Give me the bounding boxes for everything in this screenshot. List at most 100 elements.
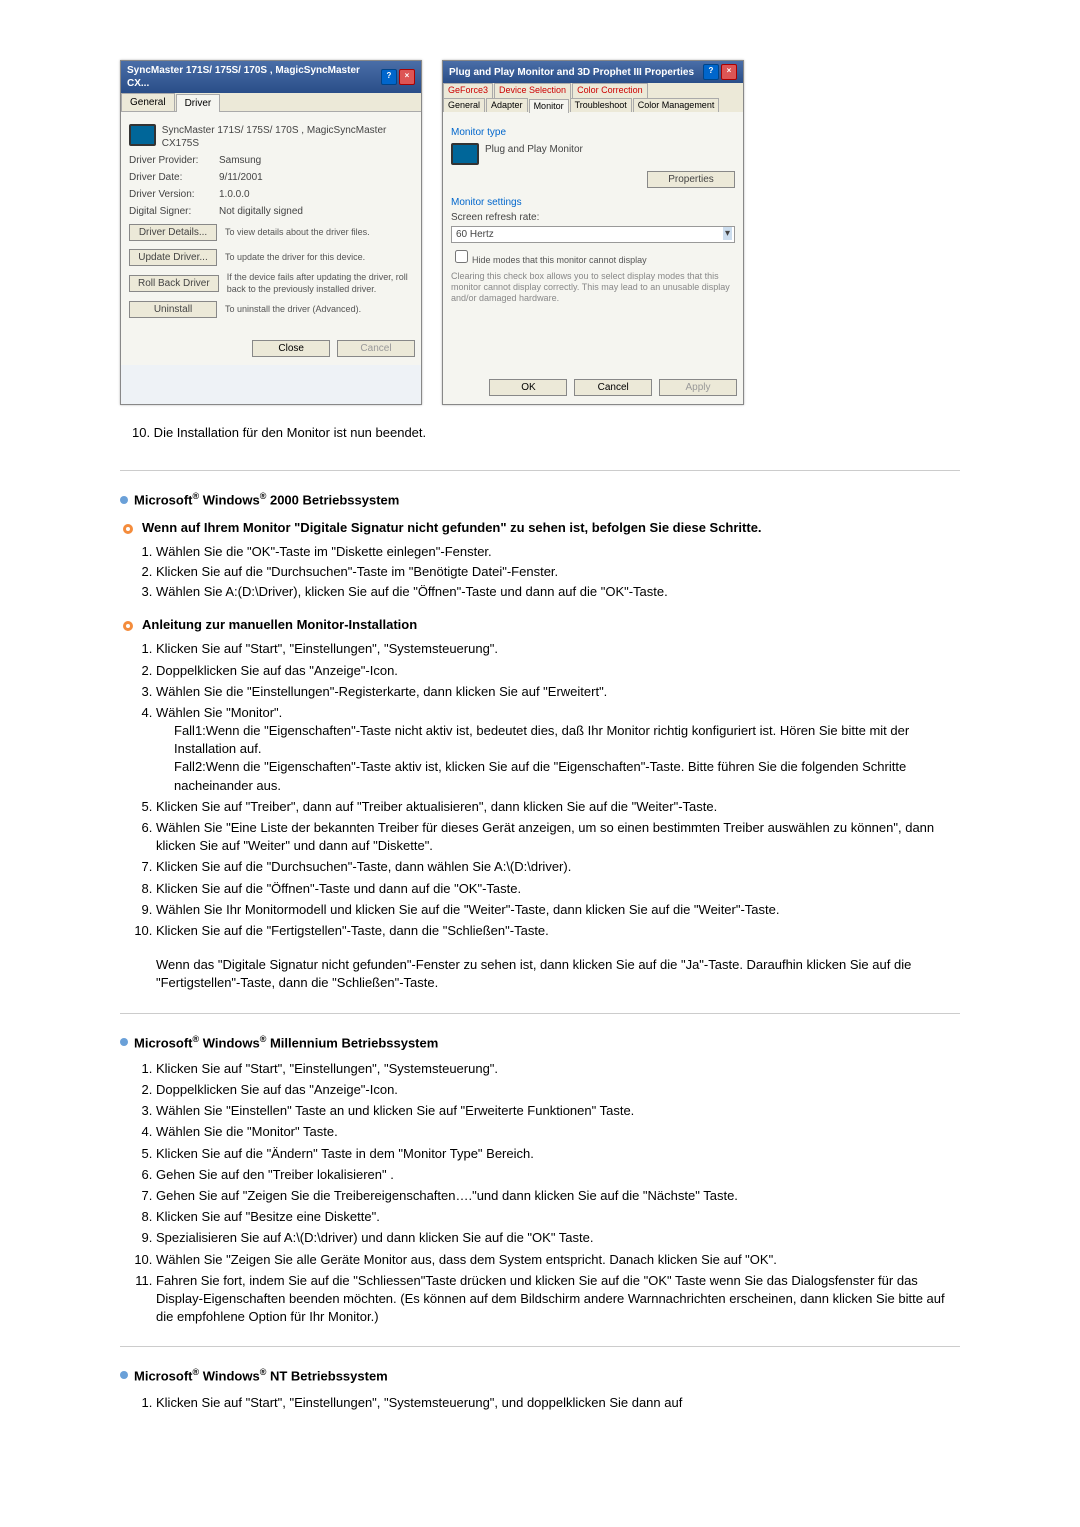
tab-device-selection[interactable]: Device Selection: [494, 83, 571, 98]
list-item: Gehen Sie auf "Zeigen Sie die Treibereig…: [156, 1187, 960, 1205]
list-item: Wählen Sie "Eine Liste der bekannten Tre…: [156, 819, 960, 855]
dialog2-window-buttons: ? ×: [703, 64, 737, 80]
list-item: Klicken Sie auf "Start", "Einstellungen"…: [156, 1060, 960, 1078]
list-item: Wählen Sie "Einstellen" Taste an und kli…: [156, 1102, 960, 1120]
reg-mark: ®: [260, 1034, 267, 1044]
reg-mark: ®: [193, 491, 200, 501]
tab-color-mgmt[interactable]: Color Management: [633, 98, 720, 113]
bullet-icon: [120, 496, 128, 504]
tab-color-correction[interactable]: Color Correction: [572, 83, 648, 98]
list-item: Klicken Sie auf die "Fertigstellen"-Tast…: [156, 922, 960, 940]
divider: [120, 1013, 960, 1014]
divider: [120, 1346, 960, 1347]
subheading-manual-install: Anleitung zur manuellen Monitor-Installa…: [120, 617, 960, 634]
list-item: Wählen Sie "Monitor". Fall1:Wenn die "Ei…: [156, 704, 960, 795]
list-item: Doppelklicken Sie auf das "Anzeige"-Icon…: [156, 1081, 960, 1099]
driver-properties-dialog: SyncMaster 171S/ 175S/ 170S , MagicSyncM…: [120, 60, 422, 405]
update-driver-desc: To update the driver for this device.: [225, 252, 413, 264]
list-item: Klicken Sie auf die "Durchsuchen"-Taste …: [156, 563, 960, 581]
fall2-label: Fall2:: [174, 759, 206, 774]
hide-modes-label: Hide modes that this monitor cannot disp…: [472, 255, 647, 265]
close-icon[interactable]: ×: [721, 64, 737, 80]
signer-label: Digital Signer:: [129, 205, 219, 218]
dialog1-titlebar: SyncMaster 171S/ 175S/ 170S , MagicSyncM…: [121, 61, 421, 93]
driver-details-button[interactable]: Driver Details...: [129, 224, 217, 241]
dialog1-close-button[interactable]: Close: [252, 340, 330, 357]
reg-mark: ®: [260, 1367, 267, 1377]
bullet-icon: [120, 1038, 128, 1046]
uninstall-desc: To uninstall the driver (Advanced).: [225, 304, 413, 316]
heading-winnt: Microsoft® Windows® NT Betriebssystem: [120, 1367, 960, 1383]
screenshot-row: SyncMaster 171S/ 175S/ 170S , MagicSyncM…: [120, 60, 960, 405]
update-driver-button[interactable]: Update Driver...: [129, 249, 217, 266]
date-label: Driver Date:: [129, 171, 219, 184]
paragraph-after: Wenn das "Digitale Signatur nicht gefund…: [156, 956, 960, 992]
list-item: Klicken Sie auf "Start", "Einstellungen"…: [156, 1394, 960, 1412]
tab-geforce3[interactable]: GeForce3: [443, 83, 493, 98]
date-value: 9/11/2001: [219, 171, 413, 184]
heading-win2000: Microsoft® Windows® 2000 Betriebssystem: [120, 491, 960, 507]
step-4-text: Wählen Sie "Monitor".: [156, 705, 282, 720]
dialog1-cancel-button[interactable]: Cancel: [337, 340, 415, 357]
steps-digital-signature: Wählen Sie die "OK"-Taste im "Diskette e…: [120, 543, 960, 602]
refresh-rate-select[interactable]: 60 Hertz: [451, 226, 735, 243]
dialog1-title: SyncMaster 171S/ 175S/ 170S , MagicSyncM…: [127, 64, 381, 90]
hide-modes-hint: Clearing this check box allows you to se…: [451, 271, 735, 303]
tab-troubleshoot[interactable]: Troubleshoot: [570, 98, 632, 113]
heading-win: Windows: [203, 1369, 260, 1384]
tab-general[interactable]: General: [121, 93, 175, 111]
display-properties-dialog: Plug and Play Monitor and 3D Prophet III…: [442, 60, 744, 405]
tab-general2[interactable]: General: [443, 98, 485, 113]
steps-winnt: Klicken Sie auf "Start", "Einstellungen"…: [120, 1394, 960, 1412]
fall1-label: Fall1:: [174, 723, 206, 738]
driver-details-desc: To view details about the driver files.: [225, 227, 413, 239]
monitor-settings-group: Monitor settings: [451, 196, 735, 209]
tab-adapter[interactable]: Adapter: [486, 98, 528, 113]
rollback-driver-button[interactable]: Roll Back Driver: [129, 275, 219, 292]
reg-mark: ®: [193, 1367, 200, 1377]
uninstall-button[interactable]: Uninstall: [129, 301, 217, 318]
list-item: Klicken Sie auf "Treiber", dann auf "Tre…: [156, 798, 960, 816]
list-item: Wählen Sie Ihr Monitormodell und klicken…: [156, 901, 960, 919]
install-step-10: 10. Die Installation für den Monitor ist…: [132, 425, 960, 440]
heading-os: 2000 Betriebssystem: [270, 493, 399, 508]
heading-ms: Microsoft: [134, 493, 193, 508]
hide-modes-row: Hide modes that this monitor cannot disp…: [451, 247, 735, 267]
help-icon[interactable]: ?: [381, 69, 397, 85]
list-item: Spezialisieren Sie auf A:\(D:\driver) un…: [156, 1229, 960, 1247]
close-icon[interactable]: ×: [399, 69, 415, 85]
dialog1-model: SyncMaster 171S/ 175S/ 170S , MagicSyncM…: [162, 124, 413, 150]
hide-modes-checkbox[interactable]: [455, 250, 468, 263]
provider-label: Driver Provider:: [129, 154, 219, 167]
subheading-text: Anleitung zur manuellen Monitor-Installa…: [142, 617, 417, 632]
heading-winme: Microsoft® Windows® Millennium Betriebss…: [120, 1034, 960, 1050]
heading-win: Windows: [203, 1035, 260, 1050]
bullet-icon: [120, 1371, 128, 1379]
fall2-text: Wenn die "Eigenschaften"-Taste aktiv ist…: [174, 759, 906, 792]
heading-ms: Microsoft: [134, 1035, 193, 1050]
subheading-digital-signature: Wenn auf Ihrem Monitor "Digitale Signatu…: [120, 520, 960, 537]
dialog2-ok-button[interactable]: OK: [489, 379, 567, 396]
dialog1-window-buttons: ? ×: [381, 69, 415, 85]
list-item: Wählen Sie die "Monitor" Taste.: [156, 1123, 960, 1141]
dialog2-title: Plug and Play Monitor and 3D Prophet III…: [449, 66, 694, 79]
dialog2-apply-button[interactable]: Apply: [659, 379, 737, 396]
tab-monitor[interactable]: Monitor: [529, 99, 569, 114]
list-item: Doppelklicken Sie auf das "Anzeige"-Icon…: [156, 662, 960, 680]
heading-os: Millennium Betriebssystem: [270, 1035, 438, 1050]
dialog2-cancel-button[interactable]: Cancel: [574, 379, 652, 396]
list-item: Klicken Sie auf die "Durchsuchen"-Taste,…: [156, 858, 960, 876]
reg-mark: ®: [193, 1034, 200, 1044]
list-item: Klicken Sie auf "Start", "Einstellungen"…: [156, 640, 960, 658]
divider: [120, 470, 960, 471]
help-icon[interactable]: ?: [703, 64, 719, 80]
version-value: 1.0.0.0: [219, 188, 413, 201]
list-item: Fahren Sie fort, indem Sie auf die "Schl…: [156, 1272, 960, 1327]
dialog2-tabs: GeForce3 Device Selection Color Correcti…: [443, 83, 743, 98]
tab-driver[interactable]: Driver: [176, 94, 221, 112]
properties-button[interactable]: Properties: [647, 171, 735, 188]
fall1-text: Wenn die "Eigenschaften"-Taste nicht akt…: [174, 723, 909, 756]
list-item: Gehen Sie auf den "Treiber lokalisieren"…: [156, 1166, 960, 1184]
monitor-icon: [451, 143, 479, 165]
version-label: Driver Version:: [129, 188, 219, 201]
